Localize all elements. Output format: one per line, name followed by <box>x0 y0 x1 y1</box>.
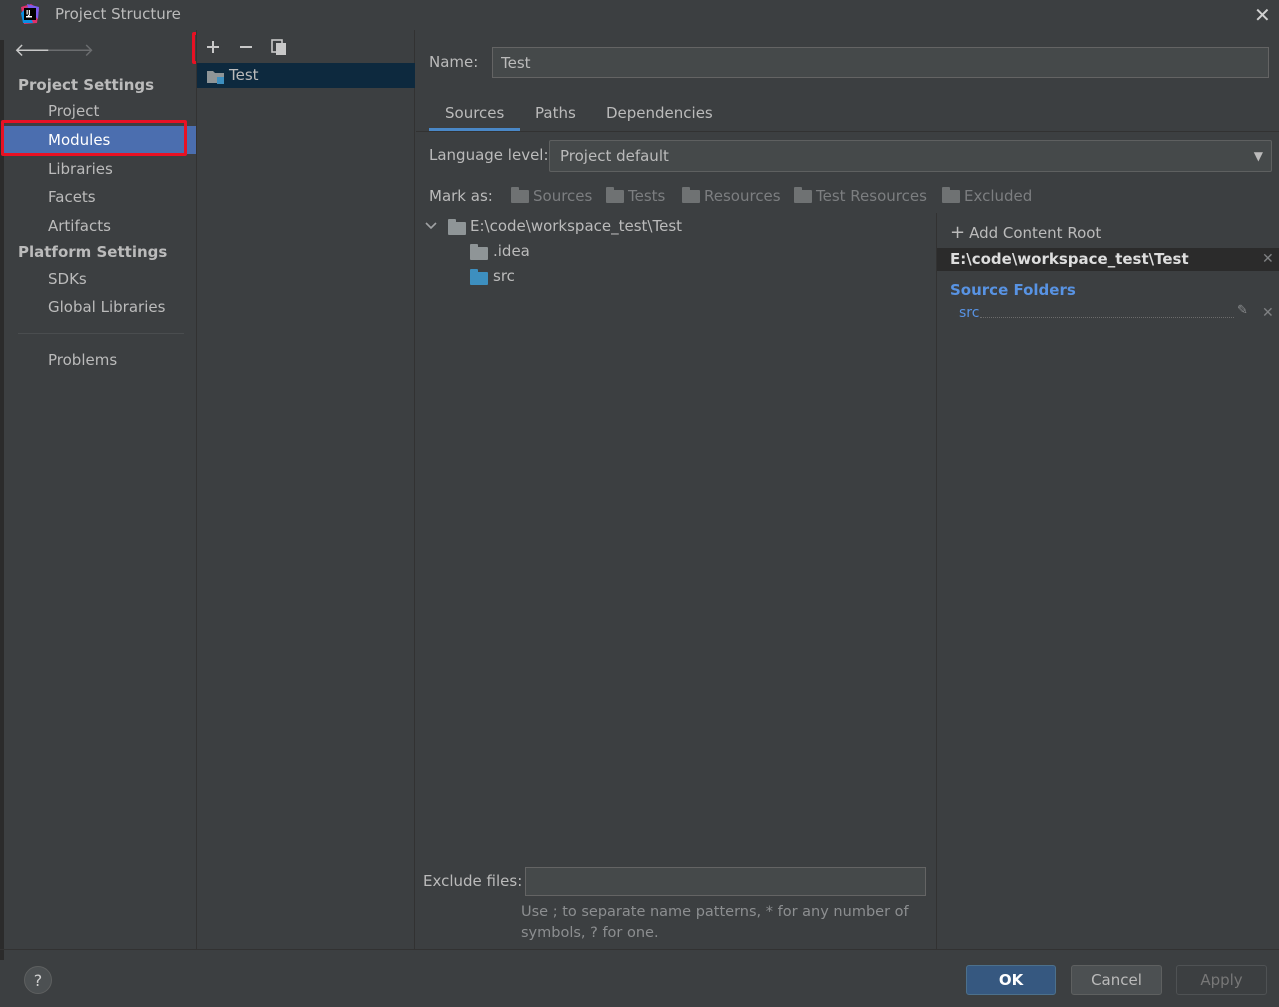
content-tree <box>416 213 936 853</box>
ok-button[interactable]: OK <box>966 965 1056 995</box>
panel-divider <box>936 213 937 949</box>
apply-button[interactable]: Apply <box>1176 965 1267 995</box>
sidebar-item-problems[interactable]: Problems <box>4 346 196 374</box>
plus-icon <box>207 41 219 53</box>
sidebar-item-libraries[interactable]: Libraries <box>4 155 196 183</box>
mark-as-resources-label: Resources <box>704 187 781 205</box>
content-root-path: E:\code\workspace_test\Test <box>950 250 1189 268</box>
exclude-files-label: Exclude files: <box>423 872 523 890</box>
add-content-root-button[interactable]: + Add Content Root <box>950 222 1101 243</box>
mark-as-label: Mark as: <box>429 187 493 205</box>
dotted-leader <box>980 317 1234 318</box>
window-title: Project Structure <box>55 5 181 23</box>
language-level-value: Project default <box>560 147 669 165</box>
module-label: Test <box>229 66 259 84</box>
language-level-select[interactable]: Project default ▼ <box>549 140 1272 172</box>
excluded-folder-icon <box>942 186 960 203</box>
mark-as-test-resources-button[interactable]: Test Resources <box>794 186 927 205</box>
title-bar <box>0 0 1279 30</box>
test-resources-folder-icon <box>794 186 812 203</box>
module-list-panel <box>196 30 415 949</box>
mark-as-tests-button[interactable]: Tests <box>606 186 666 205</box>
folder-icon <box>448 219 466 235</box>
folder-icon <box>511 186 529 203</box>
chevron-down-icon: ▼ <box>1253 149 1263 163</box>
tabs-divider <box>416 131 1279 132</box>
sidebar-item-global-libraries[interactable]: Global Libraries <box>4 293 196 321</box>
minus-icon <box>240 46 252 48</box>
language-level-label: Language level: <box>429 146 549 164</box>
sidebar-item-sdks[interactable]: SDKs <box>4 265 196 293</box>
tree-item-src[interactable]: src <box>493 267 515 285</box>
add-module-button[interactable] <box>202 36 224 58</box>
resources-folder-icon <box>682 186 700 203</box>
project-settings-title: Project Settings <box>18 76 155 94</box>
copy-module-button[interactable] <box>268 36 290 58</box>
exclude-files-input[interactable] <box>525 867 926 896</box>
tree-root-path[interactable]: E:\code\workspace_test\Test <box>470 217 682 235</box>
mark-as-excluded-button[interactable]: Excluded <box>942 186 1033 205</box>
source-folder-icon <box>470 269 488 285</box>
mark-as-excluded-label: Excluded <box>964 187 1033 205</box>
module-name-input[interactable] <box>492 47 1269 78</box>
mark-as-test-resources-label: Test Resources <box>816 187 927 205</box>
tree-item-idea[interactable]: .idea <box>493 242 530 260</box>
folder-icon <box>470 244 488 260</box>
close-icon[interactable]: ✕ <box>1254 3 1271 27</box>
intellij-logo-icon: IJ <box>21 4 39 24</box>
cancel-button[interactable]: Cancel <box>1071 965 1162 995</box>
sidebar-item-artifacts[interactable]: Artifacts <box>4 212 196 240</box>
remove-source-folder-icon[interactable]: ✕ <box>1262 305 1274 321</box>
name-label: Name: <box>429 53 479 71</box>
forward-arrow-icon[interactable]: 🡒 <box>46 40 94 61</box>
source-folders-title: Source Folders <box>950 281 1076 299</box>
plus-icon: + <box>950 222 966 243</box>
svg-text:IJ: IJ <box>26 10 30 17</box>
mark-as-tests-label: Tests <box>628 187 666 205</box>
tab-paths[interactable]: Paths <box>535 104 576 132</box>
platform-settings-title: Platform Settings <box>18 243 168 261</box>
pencil-icon[interactable]: ✎ <box>1237 303 1248 318</box>
folder-icon <box>606 186 624 203</box>
sidebar-divider <box>18 333 184 334</box>
remove-module-button[interactable] <box>235 36 257 58</box>
source-folder-src[interactable]: src <box>959 305 979 321</box>
mark-as-sources-button[interactable]: Sources <box>511 186 593 205</box>
module-folder-icon <box>207 71 224 84</box>
modules-highlight-box <box>1 120 187 156</box>
remove-content-root-icon[interactable]: ✕ <box>1262 251 1274 267</box>
mark-as-sources-label: Sources <box>533 187 593 205</box>
mark-as-resources-button[interactable]: Resources <box>682 186 781 205</box>
tab-dependencies[interactable]: Dependencies <box>606 104 713 132</box>
add-content-root-label: Add Content Root <box>969 224 1102 242</box>
exclude-files-hint: Use ; to separate name patterns, * for a… <box>521 904 909 941</box>
copy-icon <box>271 39 286 55</box>
sidebar-item-facets[interactable]: Facets <box>4 183 196 211</box>
help-button[interactable]: ? <box>24 966 52 994</box>
bottom-divider <box>0 949 1279 950</box>
chevron-down-icon[interactable] <box>424 221 438 231</box>
